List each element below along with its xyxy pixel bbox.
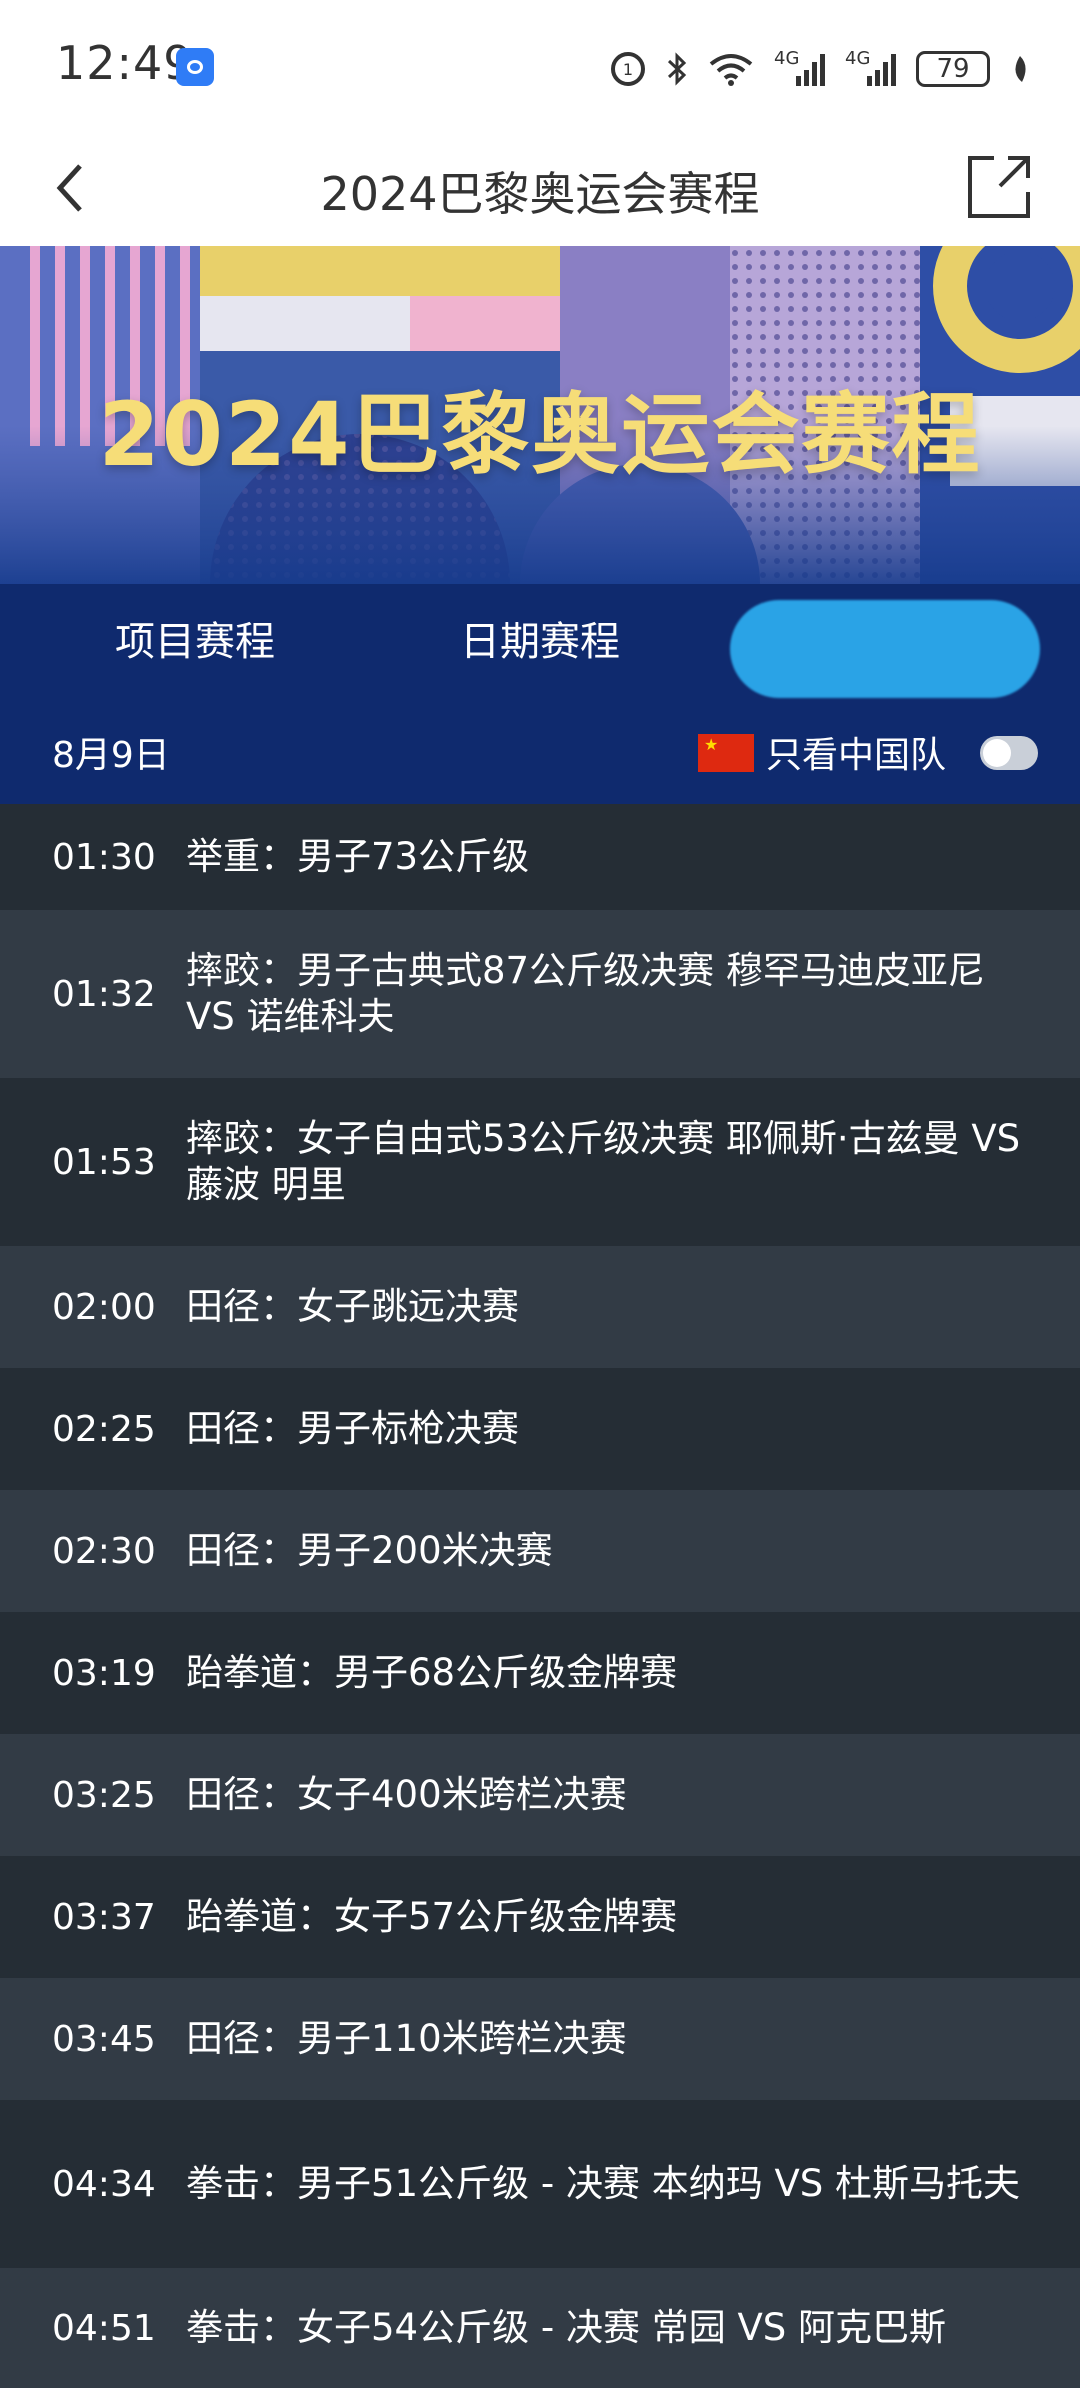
event-description: 田径：女子400米跨栏决赛 (186, 1773, 627, 1816)
hd-call-icon: 1 (610, 51, 646, 87)
status-bar: 12:49 1 4G 4G 79 (0, 0, 1080, 130)
signal-icon: 4G (845, 48, 896, 86)
leaf-icon (1010, 54, 1030, 84)
china-only-toggle[interactable] (980, 736, 1038, 770)
event-description: 拳击：女子54公斤级 - 决赛 常园 VS 阿克巴斯 (186, 2306, 947, 2349)
event-description: 拳击：男子51公斤级 - 决赛 本纳玛 VS 杜斯马托夫 (186, 2162, 1021, 2205)
event-description: 田径：女子跳远决赛 (186, 1285, 519, 1328)
app-lock-icon (176, 48, 214, 86)
app-header: 2024巴黎奥运会赛程 (0, 130, 1080, 246)
event-row[interactable]: 04:51 拳击：女子54公斤级 - 决赛 常园 VS 阿克巴斯 (0, 2268, 1080, 2388)
event-time: 01:32 (52, 973, 156, 1015)
hero-banner: 2024巴黎奥运会赛程 (0, 246, 1080, 584)
event-time: 01:30 (52, 836, 156, 878)
event-time: 03:45 (52, 2018, 156, 2060)
wifi-icon (708, 52, 754, 86)
event-row[interactable]: 02:30 田径：男子200米决赛 (0, 1490, 1080, 1612)
event-time: 04:34 (52, 2163, 156, 2205)
china-flag-icon: ★ (698, 734, 754, 772)
event-time: 04:51 (52, 2307, 156, 2349)
event-time: 01:53 (52, 1141, 156, 1183)
event-row[interactable]: 01:30 举重：男子73公斤级 (0, 804, 1080, 910)
tab-date-schedule[interactable]: 日期赛程 (385, 584, 695, 700)
event-row[interactable]: 03:25 田径：女子400米跨栏决赛 (0, 1734, 1080, 1856)
event-row[interactable]: 04:34 拳击：男子51公斤级 - 决赛 本纳玛 VS 杜斯马托夫 (0, 2100, 1080, 2268)
battery-icon: 79 (916, 51, 990, 87)
share-external-icon (968, 156, 1030, 218)
event-row[interactable]: 03:37 跆拳道：女子57公斤级金牌赛 (0, 1856, 1080, 1978)
event-description: 摔跤：女子自由式53公斤级决赛 耶佩斯·古兹曼 VS 藤波 明里 (186, 1117, 1021, 1206)
toggle-knob (983, 739, 1011, 767)
event-description: 摔跤：男子古典式87公斤级决赛 穆罕马迪皮亚尼 VS 诺维科夫 (186, 949, 985, 1038)
signal-icon: 4G (774, 48, 825, 86)
event-description: 跆拳道：男子68公斤级金牌赛 (186, 1651, 678, 1694)
banner-title: 2024巴黎奥运会赛程 (98, 383, 982, 486)
event-row[interactable]: 02:00 田径：女子跳远决赛 (0, 1246, 1080, 1368)
page-title: 2024巴黎奥运会赛程 (320, 167, 760, 221)
event-time: 02:25 (52, 1408, 156, 1450)
event-description: 田径：男子标枪决赛 (186, 1407, 519, 1450)
event-time: 02:00 (52, 1286, 156, 1328)
share-button[interactable] (964, 152, 1034, 222)
china-only-label: 只看中国队 (766, 735, 947, 776)
date-filter-bar: 8月9日 ★ 只看中国队 (0, 700, 1080, 804)
event-row[interactable]: 03:45 田径：男子110米跨栏决赛 (0, 1978, 1080, 2100)
tab-event-schedule[interactable]: 项目赛程 (40, 584, 350, 700)
status-icons: 1 4G 4G 79 (610, 44, 1030, 94)
event-description: 跆拳道：女子57公斤级金牌赛 (186, 1895, 678, 1938)
event-list: 01:30 举重：男子73公斤级 01:32 摔跤：男子古典式87公斤级决赛 穆… (0, 804, 1080, 2388)
network-type-label: 4G (845, 48, 871, 69)
event-description: 举重：男子73公斤级 (186, 835, 530, 878)
event-description: 田径：男子110米跨栏决赛 (186, 2017, 627, 2060)
event-row[interactable]: 03:19 跆拳道：男子68公斤级金牌赛 (0, 1612, 1080, 1734)
event-row[interactable]: 01:53 摔跤：女子自由式53公斤级决赛 耶佩斯·古兹曼 VS 藤波 明里 (0, 1078, 1080, 1246)
event-time: 03:37 (52, 1896, 156, 1938)
status-time: 12:49 (56, 36, 194, 90)
event-time: 03:19 (52, 1652, 156, 1694)
network-type-label: 4G (774, 48, 800, 69)
event-description: 田径：男子200米决赛 (186, 1529, 553, 1572)
event-time: 02:30 (52, 1530, 156, 1572)
tab-active-blurred[interactable] (730, 600, 1040, 698)
event-time: 03:25 (52, 1774, 156, 1816)
svg-text:1: 1 (623, 60, 633, 79)
bluetooth-icon (666, 51, 688, 87)
event-row[interactable]: 02:25 田径：男子标枪决赛 (0, 1368, 1080, 1490)
event-row[interactable]: 01:32 摔跤：男子古典式87公斤级决赛 穆罕马迪皮亚尼 VS 诺维科夫 (0, 910, 1080, 1078)
schedule-tabs: 项目赛程 日期赛程 (0, 584, 1080, 700)
selected-date: 8月9日 (52, 735, 170, 776)
